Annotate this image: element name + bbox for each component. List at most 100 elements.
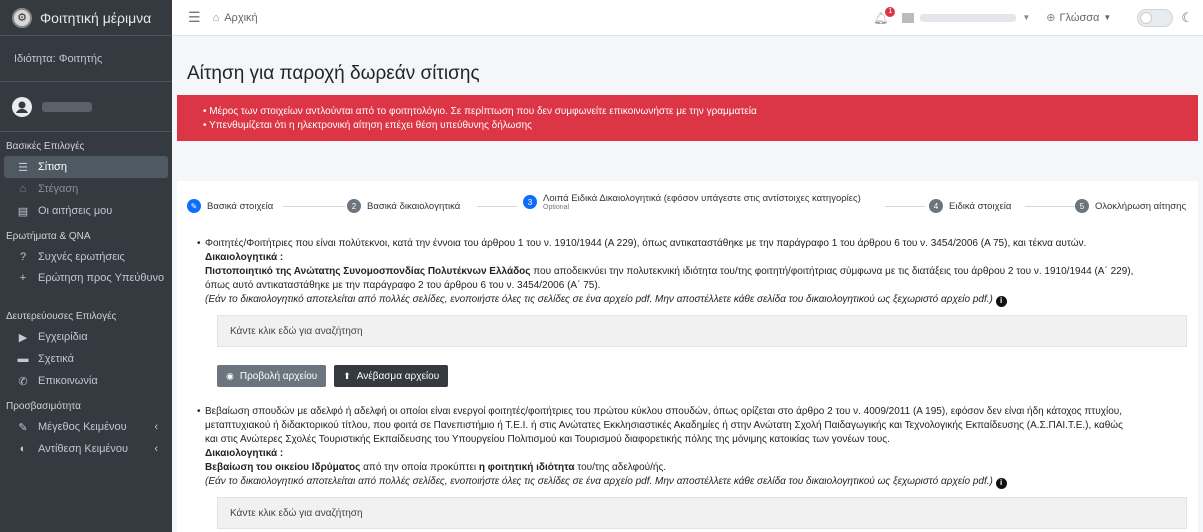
stepper: ✎ Βασικά στοιχεία 2 Βασικά δικαιολογητικ…	[187, 193, 1192, 219]
info-icon[interactable]: i	[995, 477, 1007, 489]
user-name-redacted[interactable]	[920, 13, 1017, 22]
step-other-documents[interactable]: 3 Λοιπά Ειδικά Δικαιολογητικά (εφόσον υπ…	[523, 193, 861, 211]
sidebar-item-applications[interactable]: ▤ Οι αιτήσεις μου	[4, 200, 168, 222]
menu-toggle-icon[interactable]: ☰	[188, 9, 201, 26]
sidebar: ⚙ Φοιτητική μέριμνα Ιδιότητα: Φοιτητής Β…	[0, 0, 172, 532]
step-special-info[interactable]: 4 Ειδικά στοιχεία	[929, 199, 1011, 213]
file-search-input[interactable]: Κάντε κλικ εδώ για αναζήτηση	[217, 315, 1187, 347]
step-label: Λοιπά Ειδικά Δικαιολογητικά (εφόσον υπάγ…	[543, 193, 861, 204]
list-icon: ▬	[17, 353, 29, 365]
sidebar-item-label: Αντίθεση Κειμένου	[38, 443, 128, 455]
chevron-left-icon: ‹	[154, 421, 158, 433]
sidebar-item-text-size[interactable]: ✎ Μέγεθος Κειμένου ‹	[4, 416, 168, 438]
toggle-knob	[1140, 11, 1153, 24]
requirement-bold: Βεβαίωση του οικείου Ιδρύματος	[205, 462, 361, 473]
sidebar-item-label: Στέγαση	[38, 183, 79, 195]
sidebar-item-label: Εγχειρίδια	[38, 331, 88, 343]
sidebar-item-label: Μέγεθος Κειμένου	[38, 421, 127, 433]
stepper-connector	[885, 206, 925, 207]
document-requirement: Βεβαίωση σπουδών με αδελφό ή αδελφή οι ο…	[197, 405, 1182, 489]
phone-icon: ✆	[18, 375, 28, 388]
sidebar-item-food[interactable]: ☰ Σίτιση	[4, 156, 168, 178]
food-icon: ☰	[18, 161, 28, 174]
brand[interactable]: ⚙ Φοιτητική μέριμνα	[0, 0, 172, 36]
step-number: 2	[347, 199, 361, 213]
sidebar-item-label: Συχνές ερωτήσεις	[38, 251, 125, 263]
requirement-description: Βεβαίωση σπουδών με αδελφό ή αδελφή οι ο…	[197, 405, 1182, 447]
step-number: 3	[523, 195, 537, 209]
sidebar-item-ask[interactable]: + Ερώτηση προς Υπεύθυνο	[4, 268, 168, 302]
section-accessibility: Προσβασιμότητα	[6, 401, 81, 412]
university-logo-icon: ⚙	[12, 7, 32, 28]
sidebar-item-label: Ερώτηση προς Υπεύθυνο	[38, 272, 165, 284]
document-icon: ▤	[17, 205, 29, 218]
user-name-redacted	[42, 101, 92, 112]
home-icon: ⌂	[212, 11, 220, 24]
step-number: 5	[1075, 199, 1089, 213]
alert-danger: • Μέρος των στοιχείων αντλούνται από το …	[177, 95, 1198, 141]
requirement-bold: Πιστοποιητικό της Ανώτατης Συνομοσπονδία…	[205, 266, 531, 277]
requirement-description: Φοιτητές/Φοιτήτριες που είναι πολύτεκνοι…	[197, 237, 1182, 251]
section-basic: Βασικές Επιλογές	[6, 141, 85, 152]
requirement-note: (Εάν το δικαιολογητικό αποτελείται από π…	[205, 476, 993, 487]
stepper-connector	[477, 206, 517, 207]
video-icon: ▶	[18, 331, 28, 344]
home-icon: ⌂	[19, 183, 27, 195]
application-card: ✎ Βασικά στοιχεία 2 Βασικά δικαιολογητικ…	[177, 181, 1198, 532]
sidebar-item-label: Επικοινωνία	[38, 375, 98, 387]
notifications-bell-icon[interactable]: 🔔︎ 1	[873, 6, 896, 25]
pen-icon: ✎	[18, 421, 28, 434]
sidebar-item-manuals[interactable]: ▶ Εγχειρίδια	[4, 326, 168, 348]
step-number: 4	[929, 199, 943, 213]
sidebar-item-contact[interactable]: ✆ Επικοινωνία	[4, 370, 168, 392]
chevron-left-icon: ‹	[154, 443, 158, 455]
view-file-button[interactable]: ◉ Προβολή αρχείου	[217, 365, 327, 387]
moon-icon: ☾	[1181, 9, 1193, 25]
sidebar-item-label: Σίτιση	[38, 161, 67, 173]
sidebar-item-contrast[interactable]: ◐ Αντίθεση Κειμένου ‹	[4, 438, 168, 460]
notification-badge: 1	[885, 6, 896, 17]
requirement-heading: Δικαιολογητικά :	[205, 252, 284, 263]
sidebar-item-housing[interactable]: ⌂ Στέγαση	[4, 178, 168, 200]
file-actions: ◉ Προβολή αρχείου ⬆ Ανέβασμα αρχείου	[217, 365, 456, 387]
pencil-icon: ✎	[187, 199, 201, 213]
requirement-text: που αποδεικνύει την πολυτεκνική ιδιότητα…	[530, 266, 1134, 277]
document-requirement: Φοιτητές/Φοιτήτριες που είναι πολύτεκνοι…	[197, 237, 1182, 307]
home-link[interactable]: ⌂ Αρχική	[213, 12, 258, 24]
requirement-heading: Δικαιολογητικά :	[205, 448, 284, 459]
alert-line: • Υπενθυμίζεται ότι η ηλεκτρονική αίτηση…	[203, 120, 532, 131]
question-icon: ?	[19, 251, 27, 263]
sidebar-item-faq[interactable]: ? Συχνές ερωτήσεις	[4, 246, 168, 268]
sidebar-item-label: Οι αιτήσεις μου	[38, 205, 113, 217]
user-panel[interactable]	[0, 82, 172, 132]
language-label: Γλώσσα	[1059, 11, 1100, 24]
language-dropdown[interactable]: ⊕ Γλώσσα ▼	[1046, 11, 1112, 25]
requirement-note: (Εάν το δικαιολογητικό αποτελείται από π…	[205, 294, 993, 305]
step-completion[interactable]: 5 Ολοκλήρωση αίτησης	[1075, 199, 1186, 213]
user-icon	[12, 96, 32, 117]
step-basic-documents[interactable]: 2 Βασικά δικαιολογητικά	[347, 199, 460, 213]
user-avatar[interactable]	[902, 12, 915, 23]
chevron-down-icon: ▼	[1103, 13, 1112, 22]
stepper-connector	[283, 206, 345, 207]
globe-icon: ⊕	[1046, 12, 1056, 24]
section-faq: Ερωτήματα & QNA	[6, 231, 91, 242]
step-optional: Optional	[543, 204, 570, 211]
section-secondary: Δευτερεύουσες Επιλογές	[6, 311, 117, 322]
chevron-down-icon[interactable]: ▼	[1022, 13, 1030, 22]
requirement-text: όπως αυτό αντικαταστάθηκε με την παράγρα…	[205, 280, 601, 291]
user-role: Ιδιότητα: Φοιτητής	[0, 36, 172, 82]
home-label: Αρχική	[224, 11, 258, 24]
step-basic-info[interactable]: ✎ Βασικά στοιχεία	[187, 199, 273, 213]
file-search-input[interactable]: Κάντε κλικ εδώ για αναζήτηση	[217, 497, 1187, 529]
upload-file-button[interactable]: ⬆ Ανέβασμα αρχείου	[334, 365, 449, 387]
main-content: Αίτηση για παροχή δωρεάν σίτισης • Μέρος…	[172, 37, 1203, 532]
info-icon[interactable]: i	[995, 295, 1007, 307]
dark-mode-toggle[interactable]	[1137, 8, 1174, 27]
brand-title: Φοιτητική μέριμνα	[40, 9, 152, 26]
top-navbar: ☰ ⌂ Αρχική 🔔︎ 1 ▼ ⊕ Γλώσσα ▼ ☾	[172, 0, 1203, 36]
page-title: Αίτηση για παροχή δωρεάν σίτισης	[187, 63, 480, 84]
contrast-icon: ◐	[19, 443, 27, 455]
sidebar-item-about[interactable]: ▬ Σχετικά	[4, 348, 168, 370]
eye-icon: ◉	[226, 370, 234, 381]
